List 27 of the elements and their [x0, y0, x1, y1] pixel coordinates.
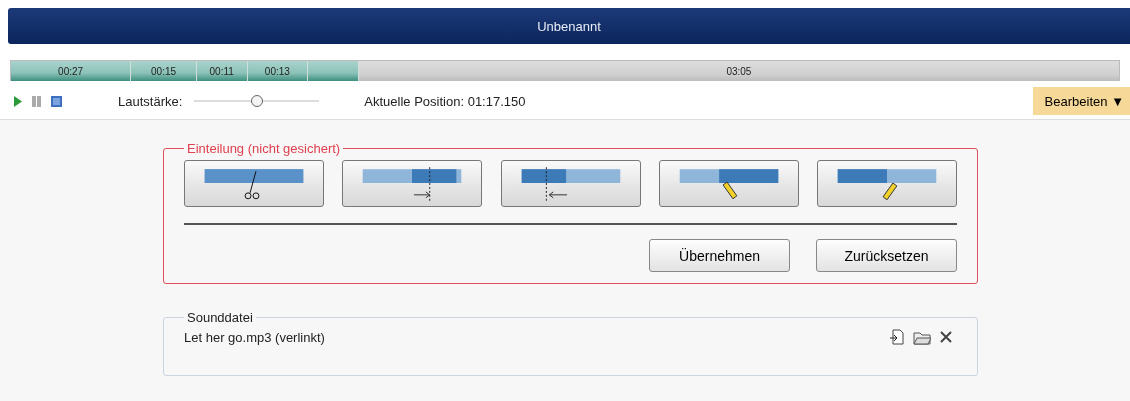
- timeline-segment[interactable]: 00:11: [196, 61, 248, 81]
- edit-menu-button[interactable]: Bearbeiten ▼: [1032, 87, 1130, 115]
- timeline-segment[interactable]: 03:05: [358, 61, 1119, 81]
- play-icon[interactable]: [14, 95, 22, 107]
- group-title: Einteilung (nicht gesichert): [186, 141, 342, 156]
- window-title: Unbenannt: [8, 8, 1130, 44]
- action-button[interactable]: Zurücksetzen: [816, 239, 957, 272]
- timeline-segment[interactable]: 00:27: [11, 61, 132, 81]
- pause-icon[interactable]: [32, 95, 41, 107]
- timeline-bar[interactable]: 00:27 00:15 00:11 00:13 03:05: [10, 60, 1120, 81]
- action-button[interactable]: Übernehmen: [649, 239, 790, 272]
- stop-icon[interactable]: [51, 95, 62, 107]
- timeline-segment[interactable]: [308, 61, 359, 81]
- position-label: Aktuelle Position: 01:17.150: [364, 93, 526, 109]
- close-icon[interactable]: [939, 330, 953, 344]
- tool-button[interactable]: [658, 160, 799, 207]
- tool-button[interactable]: [500, 160, 641, 207]
- tool-button[interactable]: [184, 160, 324, 207]
- folder-icon[interactable]: [913, 329, 931, 345]
- timeline-segment[interactable]: 00:15: [131, 61, 197, 81]
- timeline-segment[interactable]: 00:13: [247, 61, 309, 81]
- group-title: Sounddatei: [186, 310, 254, 325]
- volume-label: Lautstärke:: [118, 93, 183, 109]
- tool-button[interactable]: [342, 160, 483, 207]
- tool-button[interactable]: [817, 160, 957, 207]
- import-icon[interactable]: [889, 329, 905, 345]
- file-name: Let her go.mp3 (verlinkt): [184, 329, 325, 345]
